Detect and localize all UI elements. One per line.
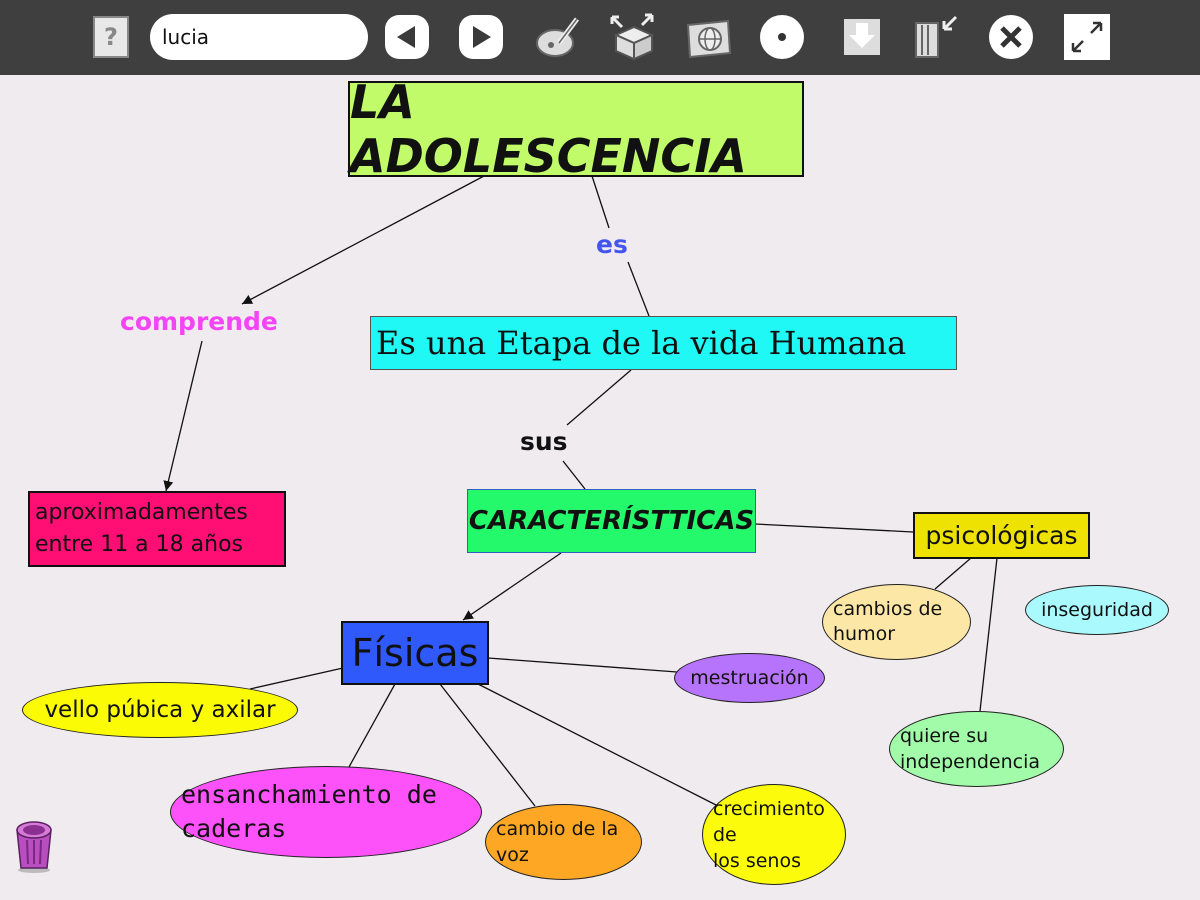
export-button[interactable] (608, 13, 656, 61)
link-caracteristicas-fisicas (462, 552, 562, 621)
fullscreen-button[interactable] (1063, 13, 1111, 61)
name-input[interactable] (150, 14, 368, 60)
edad-node[interactable]: aproximadamentes entre 11 a 18 años (28, 491, 286, 567)
caderas-node[interactable]: ensanchamiento de caderas (170, 766, 482, 858)
link-psicologicas-humor (934, 557, 972, 590)
caderas-text: ensanchamiento de caderas (181, 780, 437, 843)
caracteristicas-text: CARACTERÍSTTICAS (468, 506, 755, 536)
senos-node[interactable]: crecimiento de los senos (702, 784, 846, 885)
fullscreen-icon (1064, 14, 1110, 60)
etapa-text: Es una Etapa de la vida Humana (376, 324, 917, 362)
link-comprende-edad (163, 340, 203, 492)
arrow-right-icon (459, 15, 503, 59)
independencia-text: quiere su independencia (900, 725, 1041, 773)
help-icon: ? (93, 16, 129, 58)
link-caracteristicas-psicologicas (754, 523, 914, 533)
link-sus-caracteristicas (562, 460, 586, 490)
close-icon (989, 15, 1033, 59)
humor-text: cambios de humor (833, 598, 943, 645)
caracteristicas-node[interactable]: CARACTERÍSTTICAS (467, 489, 756, 553)
link-label-comprende[interactable]: comprende (120, 307, 278, 336)
etapa-node[interactable]: Es una Etapa de la vida Humana (370, 316, 957, 370)
voz-node[interactable]: cambio de la voz (485, 804, 642, 880)
import-book-icon (915, 15, 958, 58)
inseguridad-text: inseguridad (1041, 599, 1153, 621)
title-text: LA ADOLESCENCIA (350, 75, 747, 183)
toolbar: ? (0, 0, 1200, 75)
edad-text: aproximadamentes entre 11 a 18 años (35, 500, 248, 557)
psicologicas-node[interactable]: psicológicas (913, 512, 1090, 559)
link-label-sus[interactable]: sus (520, 427, 568, 456)
mestruacion-node[interactable]: mestruación (674, 653, 825, 703)
trash-icon (16, 821, 52, 873)
fisicas-text: Físicas (351, 631, 479, 675)
voz-text: cambio de la voz (496, 818, 619, 866)
help-button[interactable]: ? (87, 13, 135, 61)
link-etapa-sus (566, 369, 632, 426)
fisicas-node[interactable]: Físicas (341, 621, 489, 685)
forward-button[interactable] (457, 13, 505, 61)
link-title-comprende (241, 175, 485, 305)
globe-map-icon (686, 19, 732, 59)
link-label-es[interactable]: es (596, 230, 628, 259)
psicologicas-text: psicológicas (925, 521, 1078, 550)
link-fisicas-mestruacion (487, 657, 678, 673)
title-node[interactable]: LA ADOLESCENCIA (348, 75, 804, 183)
humor-node[interactable]: cambios de humor (822, 584, 971, 660)
record-button[interactable] (758, 13, 806, 61)
senos-text: crecimiento de los senos (713, 797, 825, 872)
trash-button[interactable] (12, 818, 58, 874)
download-button[interactable] (838, 13, 886, 61)
link-es-etapa (627, 261, 650, 317)
box-export-icon (610, 13, 655, 61)
import-button[interactable] (912, 13, 960, 61)
link-fisicas-caderas (348, 683, 396, 768)
vello-node[interactable]: vello púbica y axilar (22, 682, 298, 738)
independencia-node[interactable]: quiere su independencia (889, 711, 1064, 787)
download-icon (844, 19, 880, 55)
concept-map-canvas[interactable]: LA ADOLESCENCIA es comprende sus Es una … (0, 75, 1200, 900)
paint-button[interactable] (533, 13, 581, 61)
close-button[interactable] (987, 13, 1035, 61)
mestruacion-text: mestruación (690, 667, 809, 689)
link-fisicas-vello (249, 667, 344, 690)
record-dot-icon (760, 15, 804, 59)
browse-button[interactable] (684, 13, 732, 61)
svg-text:?: ? (104, 23, 118, 51)
vello-text: vello púbica y axilar (44, 697, 276, 723)
back-button[interactable] (383, 13, 431, 61)
link-title-es (591, 175, 610, 229)
inseguridad-node[interactable]: inseguridad (1025, 585, 1169, 635)
paint-palette-icon (536, 17, 579, 57)
link-fisicas-senos (477, 683, 717, 806)
link-psicologicas-independencia (979, 557, 998, 712)
arrow-left-icon (385, 15, 429, 59)
